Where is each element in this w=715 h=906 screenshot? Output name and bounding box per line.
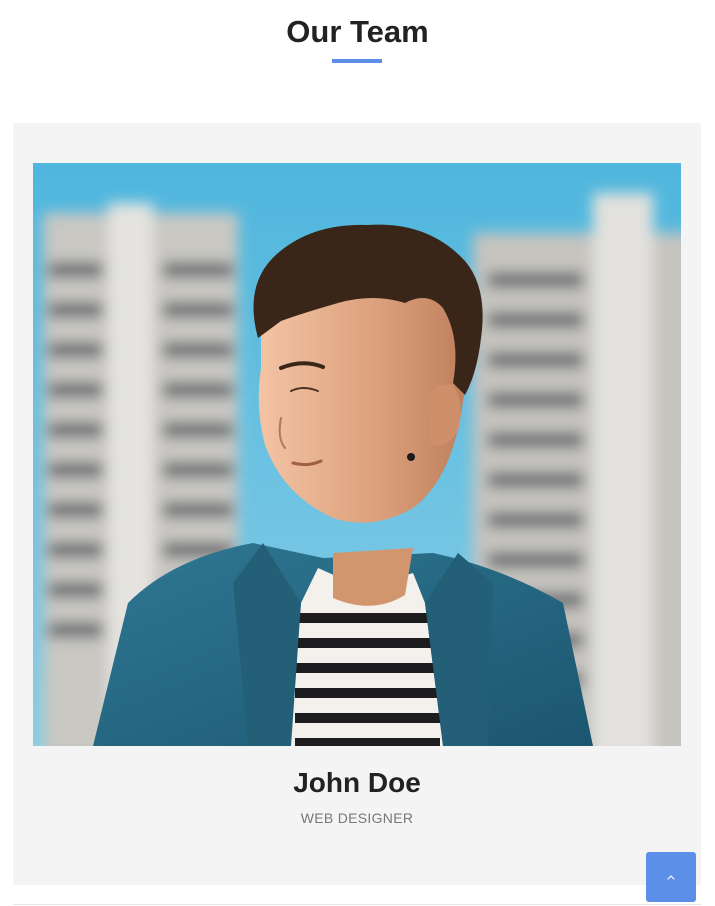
member-name: John Doe: [293, 767, 421, 798]
chevron-up-icon: [667, 875, 675, 880]
member-photo: [33, 163, 681, 746]
member-role: WEB DESIGNER: [300, 810, 414, 826]
section-title: Our Team: [286, 14, 429, 49]
title-underline: [332, 59, 382, 63]
team-member-card: John Doe WEB DESIGNER: [13, 123, 701, 885]
divider: [13, 904, 701, 905]
scroll-to-top-button[interactable]: [646, 852, 696, 902]
